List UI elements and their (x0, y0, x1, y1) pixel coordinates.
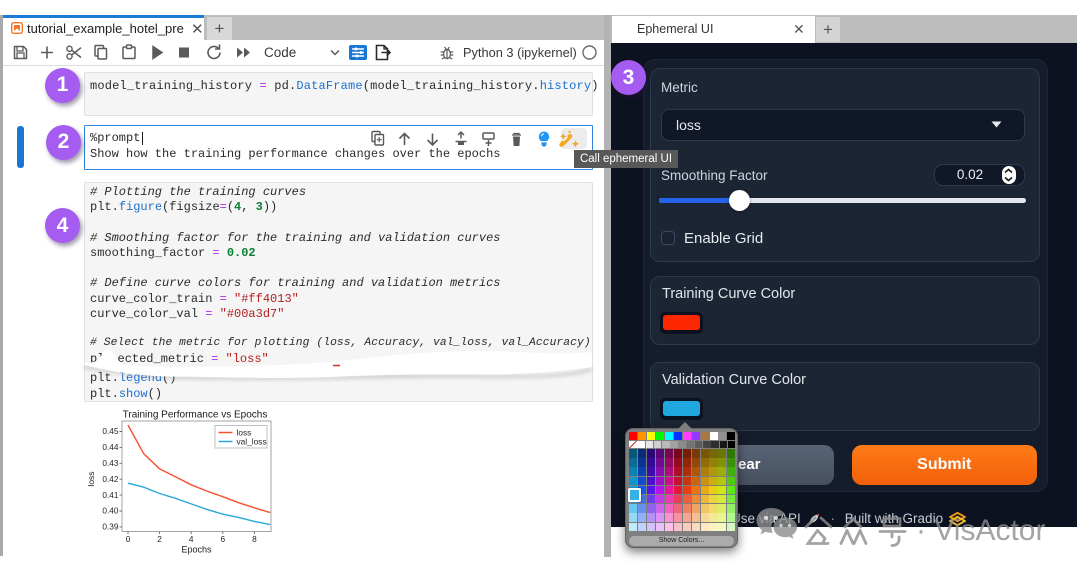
svg-text:0.40: 0.40 (102, 506, 119, 516)
svg-text:Epochs: Epochs (181, 545, 212, 555)
svg-text:2: 2 (157, 534, 162, 544)
svg-text:0.44: 0.44 (102, 442, 119, 452)
svg-text:0: 0 (126, 534, 131, 544)
svg-text:8: 8 (252, 534, 257, 544)
svg-text:0.41: 0.41 (102, 490, 119, 500)
svg-text:4: 4 (189, 534, 194, 544)
svg-text:loss: loss (86, 471, 96, 486)
svg-text:Python 3 (ipykernel): Python 3 (ipykernel) (463, 45, 577, 60)
svg-text:Training Performance vs Epochs: Training Performance vs Epochs (123, 410, 268, 421)
svg-text:0.39: 0.39 (102, 522, 119, 532)
svg-text:Code: Code (264, 45, 296, 60)
svg-text:0.42: 0.42 (102, 474, 119, 484)
svg-text:val_loss: val_loss (237, 437, 267, 447)
svg-text:0.45: 0.45 (102, 426, 119, 436)
svg-text:6: 6 (220, 534, 225, 544)
svg-text:0.43: 0.43 (102, 458, 119, 468)
